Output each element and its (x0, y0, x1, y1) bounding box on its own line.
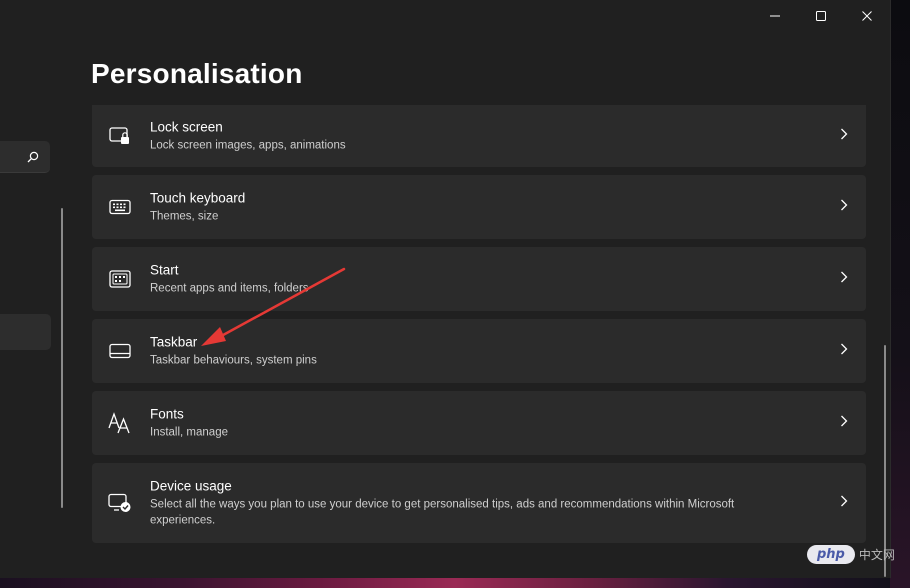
close-icon (862, 11, 872, 21)
setting-device-usage[interactable]: Device usage Select all the ways you pla… (92, 463, 866, 543)
setting-title: Taskbar (150, 334, 198, 350)
setting-title: Lock screen (150, 119, 223, 135)
setting-taskbar[interactable]: Taskbar Taskbar behaviours, system pins (92, 319, 866, 383)
setting-touch-keyboard[interactable]: Touch keyboard Themes, size (92, 175, 866, 239)
settings-window: Personalisation Lock screen Lock screen … (0, 0, 891, 578)
nav-scrollbar[interactable] (61, 208, 63, 508)
chevron-right-icon (840, 270, 848, 288)
chevron-right-icon (840, 494, 848, 512)
setting-description: Install, manage (150, 426, 228, 439)
watermark-text: 中文网 (858, 547, 895, 562)
title-bar-controls (752, 0, 890, 32)
keyboard-icon (107, 194, 133, 220)
desktop-wallpaper (0, 578, 910, 588)
setting-title: Fonts (150, 406, 184, 422)
start-icon (107, 266, 133, 292)
minimize-button[interactable] (752, 0, 798, 32)
minimize-icon (770, 15, 780, 17)
setting-fonts[interactable]: Fonts Install, manage (92, 391, 866, 455)
setting-title: Touch keyboard (150, 190, 246, 206)
nav-item-selected[interactable] (0, 314, 51, 350)
settings-list: Lock screen Lock screen images, apps, an… (92, 105, 866, 551)
search-input[interactable] (0, 141, 50, 173)
chevron-right-icon (840, 342, 848, 360)
setting-description: Select all the ways you plan to use your… (150, 498, 735, 527)
setting-title: Start (150, 262, 179, 278)
watermark: php 中文网 (807, 542, 895, 566)
setting-description: Themes, size (150, 210, 219, 223)
setting-start[interactable]: Start Recent apps and items, folders (92, 247, 866, 311)
maximize-icon (816, 11, 826, 21)
watermark-logo: php (807, 544, 855, 564)
maximize-button[interactable] (798, 0, 844, 32)
setting-description: Recent apps and items, folders (150, 282, 309, 295)
lock-screen-icon (107, 123, 133, 149)
fonts-icon (107, 410, 133, 436)
page-title: Personalisation (91, 58, 303, 89)
desktop-wallpaper-edge (890, 0, 910, 588)
setting-description: Lock screen images, apps, animations (150, 139, 346, 152)
setting-title: Device usage (150, 478, 232, 494)
chevron-right-icon (840, 127, 848, 145)
chevron-right-icon (840, 414, 848, 432)
device-usage-icon (107, 490, 133, 516)
taskbar-icon (107, 338, 133, 364)
search-icon (27, 150, 39, 168)
setting-description: Taskbar behaviours, system pins (150, 354, 317, 367)
close-button[interactable] (844, 0, 890, 32)
chevron-right-icon (840, 198, 848, 216)
setting-lock-screen[interactable]: Lock screen Lock screen images, apps, an… (92, 105, 866, 167)
